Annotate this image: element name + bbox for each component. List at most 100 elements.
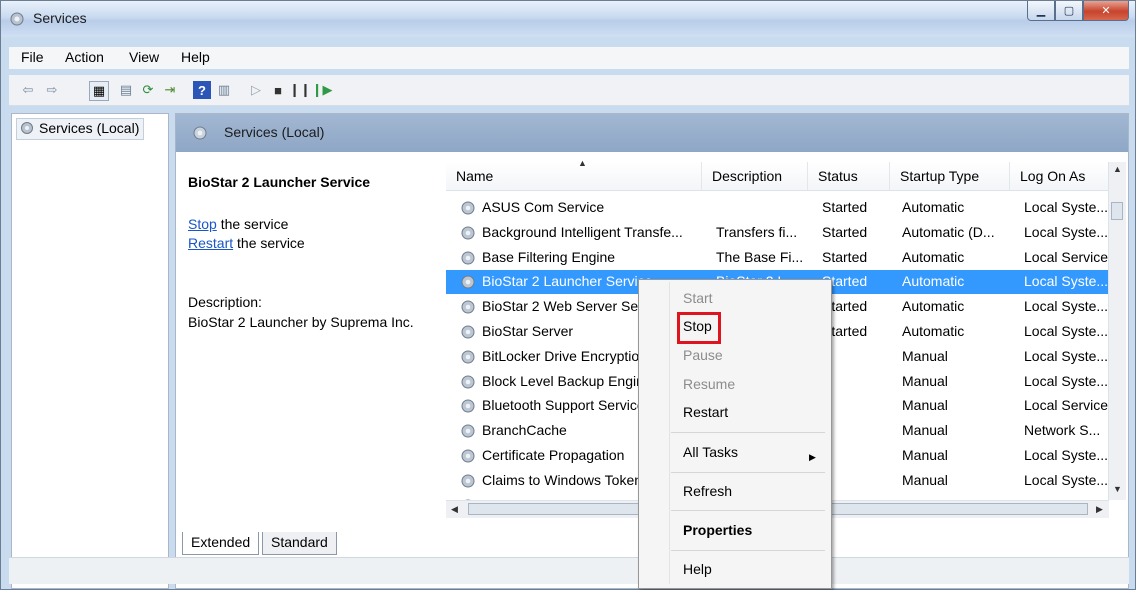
service-gear-icon — [461, 449, 475, 463]
column-name[interactable]: Name — [446, 162, 702, 190]
help-icon[interactable]: ? — [193, 81, 211, 99]
pause-icon[interactable]: ❙❙ — [289, 81, 311, 99]
cell-desc: Transfers fi... — [716, 223, 798, 240]
tab-standard[interactable]: Standard — [262, 532, 337, 555]
cell-name: Background Intelligent Transfe... — [482, 223, 683, 240]
status-bar — [9, 557, 1129, 584]
service-gear-icon — [461, 201, 475, 215]
services-gear-icon — [10, 12, 24, 26]
title-bar[interactable]: Services ▁ ▢ ✕ — [1, 1, 1135, 37]
menu-all-tasks[interactable]: All Tasks — [683, 444, 738, 460]
cell-status: Started — [822, 199, 868, 215]
services-window: Services ▁ ▢ ✕ File Action View Help ⇦ ⇨… — [0, 0, 1136, 590]
menu-pause[interactable]: Pause — [683, 347, 723, 363]
cell-name: Base Filtering Engine — [482, 248, 616, 265]
cell-startup: Manual — [902, 397, 948, 414]
column-description[interactable]: Description — [702, 162, 808, 190]
scroll-down-icon[interactable]: ▼ — [1113, 484, 1122, 494]
menu-properties[interactable]: Properties — [683, 522, 752, 538]
cell-startup: Manual — [902, 447, 948, 463]
vertical-scroll-thumb[interactable] — [1111, 202, 1123, 220]
view-icon[interactable]: ▥ — [215, 81, 233, 99]
toolbar: ⇦ ⇨ ▦ ▤ ⟳ ⇥ ? ▥ ▷ ■ ❙❙ ❙▶ — [9, 75, 1129, 106]
cell-status: Started — [822, 298, 868, 315]
menu-separator — [671, 472, 825, 473]
minimize-icon: ▁ — [1036, 5, 1046, 17]
column-name-label: Name — [456, 168, 494, 184]
window-title: Services — [33, 10, 87, 26]
properties-icon[interactable]: ▤ — [117, 81, 135, 99]
cell-logon: Local Syste... — [1024, 471, 1108, 488]
stop-suffix: the service — [216, 216, 289, 232]
cell-startup: Manual — [902, 422, 948, 439]
scroll-up-icon[interactable]: ▲ — [1113, 164, 1122, 174]
back-icon[interactable]: ⇦ — [19, 81, 37, 99]
scroll-left-icon[interactable]: ◀ — [451, 504, 458, 515]
menu-resume[interactable]: Resume — [683, 376, 735, 392]
play-icon[interactable]: ▷ — [247, 81, 265, 99]
close-button[interactable]: ✕ — [1083, 1, 1129, 21]
cell-startup: Manual — [902, 347, 948, 364]
menu-bar: File Action View Help — [9, 47, 1129, 69]
menu-help[interactable]: Help — [181, 49, 210, 65]
console-tree-icon[interactable]: ▦ — [89, 81, 109, 101]
forward-icon[interactable]: ⇨ — [43, 81, 61, 99]
vertical-scrollbar[interactable]: ▲ ▼ — [1108, 162, 1126, 500]
column-status[interactable]: Status — [808, 162, 890, 190]
cell-status: Started — [822, 248, 868, 265]
table-row[interactable]: Background Intelligent Transfe... Transfe… — [446, 221, 1110, 245]
menu-gutter — [669, 282, 670, 584]
table-row[interactable]: Base Filtering Engine The Base Fi... Start… — [446, 246, 1110, 270]
gear-icon — [193, 126, 207, 140]
menu-stop[interactable]: Stop — [683, 318, 712, 334]
tree-item-services-local[interactable]: Services (Local) — [16, 118, 145, 140]
cell-startup: Automatic — [902, 323, 965, 339]
detail-title: BioStar 2 Launcher Service — [188, 174, 371, 190]
column-log-on-as[interactable]: Log On As — [1010, 162, 1110, 190]
service-gear-icon — [461, 424, 475, 438]
menu-view[interactable]: View — [129, 49, 159, 65]
cell-logon: Network S... — [1024, 422, 1101, 439]
table-row[interactable]: ASUS Com Service Started Automatic Local Sy… — [446, 196, 1110, 220]
cell-logon: Local Service — [1024, 248, 1108, 265]
export-icon[interactable]: ⇥ — [161, 81, 179, 99]
description-label: Description: — [188, 294, 262, 310]
menu-help[interactable]: Help — [683, 561, 712, 577]
panel-header: Services (Local) — [176, 114, 1128, 152]
stop-link[interactable]: Stop — [188, 216, 217, 232]
submenu-arrow-icon: ▶ — [809, 452, 816, 462]
tree-item-label: Services (Local) — [39, 120, 140, 136]
cell-logon: Local Syste... — [1024, 273, 1108, 290]
cell-status: Started — [822, 223, 868, 240]
menu-restart[interactable]: Restart — [683, 404, 728, 420]
minimize-button[interactable]: ▁ — [1027, 1, 1055, 21]
column-description-label: Description — [712, 168, 783, 184]
cell-startup: Manual — [902, 471, 948, 488]
scroll-right-icon[interactable]: ▶ — [1096, 504, 1103, 515]
menu-refresh[interactable]: Refresh — [683, 483, 732, 499]
service-gear-icon — [461, 251, 475, 265]
stop-icon[interactable]: ■ — [269, 81, 287, 99]
service-gear-icon — [461, 275, 475, 289]
service-gear-icon — [461, 300, 475, 314]
stop-service-line: Stop the service — [188, 216, 288, 232]
cell-startup: Automatic — [902, 273, 965, 290]
cell-startup: Automatic — [902, 298, 965, 315]
restart-service-line: Restart the service — [188, 235, 305, 251]
restart-link[interactable]: Restart — [188, 235, 233, 251]
cell-startup: Automatic — [902, 248, 965, 265]
menu-action[interactable]: Action — [65, 49, 104, 65]
sort-arrow-icon: ▲ — [578, 158, 587, 168]
maximize-button[interactable]: ▢ — [1055, 1, 1083, 21]
tab-extended[interactable]: Extended — [182, 532, 260, 555]
cell-startup: Automatic (D... — [902, 223, 995, 240]
service-gear-icon — [461, 226, 475, 240]
column-startup-type[interactable]: Startup Type — [890, 162, 1010, 190]
restart-icon[interactable]: ❙▶ — [312, 81, 333, 99]
cell-logon: Local Syste... — [1024, 298, 1108, 315]
menu-file[interactable]: File — [21, 49, 44, 65]
restart-suffix: the service — [233, 235, 305, 251]
cell-logon: Local Syste... — [1024, 223, 1108, 240]
refresh-icon[interactable]: ⟳ — [139, 81, 157, 99]
menu-start[interactable]: Start — [683, 290, 713, 306]
